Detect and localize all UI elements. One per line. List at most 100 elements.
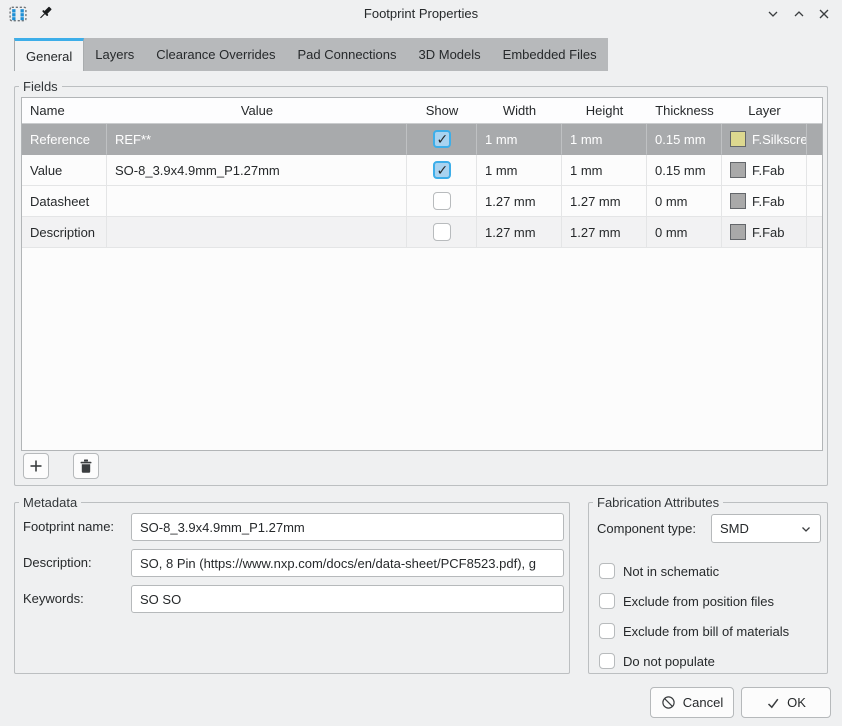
cell-name[interactable]: Reference xyxy=(22,124,107,155)
cancel-button[interactable]: Cancel xyxy=(650,687,734,718)
cell-width[interactable]: 1 mm xyxy=(477,155,562,186)
tab-pad-connections[interactable]: Pad Connections xyxy=(287,38,408,71)
tab-label: Pad Connections xyxy=(298,47,397,62)
table-row-description[interactable]: Description 1.27 mm 1.27 mm 0 mm F.Fab xyxy=(22,217,822,248)
keywords-label: Keywords: xyxy=(23,585,84,613)
delete-field-button[interactable] xyxy=(73,453,99,479)
show-checkbox[interactable] xyxy=(433,192,451,210)
checkbox-exclude-position-files[interactable]: Exclude from position files xyxy=(599,593,774,609)
tab-label: Layers xyxy=(95,47,134,62)
cell-value[interactable]: SO-8_3.9x4.9mm_P1.27mm xyxy=(107,155,407,186)
checkbox-exclude-bom[interactable]: Exclude from bill of materials xyxy=(599,623,789,639)
checkbox-box[interactable] xyxy=(599,563,615,579)
cell-thickness[interactable]: 0.15 mm xyxy=(647,124,722,155)
show-checkbox[interactable] xyxy=(433,223,451,241)
cancel-button-label: Cancel xyxy=(683,695,723,710)
keywords-input[interactable] xyxy=(131,585,564,613)
tab-embedded-files[interactable]: Embedded Files xyxy=(492,38,608,71)
cell-name[interactable]: Value xyxy=(22,155,107,186)
col-header-thickness[interactable]: Thickness xyxy=(647,98,722,123)
cell-width[interactable]: 1.27 mm xyxy=(477,217,562,248)
table-row-value[interactable]: Value SO-8_3.9x4.9mm_P1.27mm 1 mm 1 mm 0… xyxy=(22,155,822,186)
description-input[interactable] xyxy=(131,549,564,577)
ok-button-label: OK xyxy=(787,695,806,710)
checkbox-do-not-populate[interactable]: Do not populate xyxy=(599,653,715,669)
cell-width[interactable]: 1.27 mm xyxy=(477,186,562,217)
footprint-name-label: Footprint name: xyxy=(23,513,114,541)
tab-clearance-overrides[interactable]: Clearance Overrides xyxy=(145,38,286,71)
checkbox-label: Exclude from bill of materials xyxy=(623,624,789,639)
col-header-value[interactable]: Value xyxy=(107,98,407,123)
fields-table: Name Value Show Width Height Thickness L… xyxy=(21,97,823,451)
cell-layer[interactable]: F.Fab xyxy=(722,155,807,186)
cell-value[interactable] xyxy=(107,217,407,248)
cell-thickness[interactable]: 0 mm xyxy=(647,217,722,248)
component-type-value: SMD xyxy=(720,521,749,536)
add-field-button[interactable] xyxy=(23,453,49,479)
cell-width[interactable]: 1 mm xyxy=(477,124,562,155)
checkbox-label: Do not populate xyxy=(623,654,715,669)
checkbox-box[interactable] xyxy=(599,653,615,669)
layer-name: F.Silkscreen xyxy=(752,132,807,147)
table-row-datasheet[interactable]: Datasheet 1.27 mm 1.27 mm 0 mm F.Fab xyxy=(22,186,822,217)
cell-layer[interactable]: F.Fab xyxy=(722,186,807,217)
description-label: Description: xyxy=(23,549,92,577)
cell-height[interactable]: 1.27 mm xyxy=(562,186,647,217)
fields-group: Fields Name Value Show Width Height Thic… xyxy=(14,86,828,486)
show-checkbox[interactable] xyxy=(433,161,451,179)
cell-value[interactable] xyxy=(107,186,407,217)
checkbox-box[interactable] xyxy=(599,623,615,639)
checkbox-box[interactable] xyxy=(599,593,615,609)
tab-general[interactable]: General xyxy=(14,38,84,71)
layer-color-swatch xyxy=(730,131,746,147)
metadata-group: Metadata Footprint name: Description: Ke… xyxy=(14,502,570,674)
titlebar: Footprint Properties xyxy=(0,0,842,28)
tab-label: General xyxy=(26,49,72,64)
layer-color-swatch xyxy=(730,162,746,178)
layer-name: F.Fab xyxy=(752,163,785,178)
col-header-show[interactable]: Show xyxy=(407,98,477,123)
check-icon xyxy=(766,696,780,710)
cell-thickness[interactable]: 0.15 mm xyxy=(647,155,722,186)
table-header: Name Value Show Width Height Thickness L… xyxy=(22,98,822,124)
tab-3d-models[interactable]: 3D Models xyxy=(408,38,492,71)
tab-label: 3D Models xyxy=(419,47,481,62)
cell-height[interactable]: 1 mm xyxy=(562,155,647,186)
tab-label: Clearance Overrides xyxy=(156,47,275,62)
show-checkbox[interactable] xyxy=(433,130,451,148)
footprint-name-input[interactable] xyxy=(131,513,564,541)
col-header-name[interactable]: Name xyxy=(22,98,107,123)
col-header-height[interactable]: Height xyxy=(562,98,647,123)
checkbox-not-in-schematic[interactable]: Not in schematic xyxy=(599,563,719,579)
component-type-select[interactable]: SMD xyxy=(711,514,821,543)
table-row-reference[interactable]: Reference REF** 1 mm 1 mm 0.15 mm F.Silk… xyxy=(22,124,822,155)
cell-layer[interactable]: F.Fab xyxy=(722,217,807,248)
window-title: Footprint Properties xyxy=(0,0,842,28)
cancel-icon xyxy=(661,695,676,710)
cell-name[interactable]: Description xyxy=(22,217,107,248)
col-header-layer[interactable]: Layer xyxy=(722,98,807,123)
chevron-down-icon xyxy=(800,523,812,535)
layer-name: F.Fab xyxy=(752,194,785,209)
minimize-button[interactable] xyxy=(764,5,782,23)
checkbox-label: Not in schematic xyxy=(623,564,719,579)
checkbox-label: Exclude from position files xyxy=(623,594,774,609)
fabrication-attributes-group: Fabrication Attributes Component type: S… xyxy=(588,502,828,674)
tab-layers[interactable]: Layers xyxy=(84,38,145,71)
ok-button[interactable]: OK xyxy=(741,687,831,718)
layer-color-swatch xyxy=(730,224,746,240)
metadata-group-label: Metadata xyxy=(19,495,81,510)
maximize-button[interactable] xyxy=(790,5,808,23)
cell-height[interactable]: 1.27 mm xyxy=(562,217,647,248)
cell-name[interactable]: Datasheet xyxy=(22,186,107,217)
cell-thickness[interactable]: 0 mm xyxy=(647,186,722,217)
layer-name: F.Fab xyxy=(752,225,785,240)
fields-group-label: Fields xyxy=(19,79,62,94)
col-header-width[interactable]: Width xyxy=(477,98,562,123)
cell-layer[interactable]: F.Silkscreen xyxy=(722,124,807,155)
close-button[interactable] xyxy=(815,5,833,23)
tab-label: Embedded Files xyxy=(503,47,597,62)
cell-height[interactable]: 1 mm xyxy=(562,124,647,155)
cell-value[interactable]: REF** xyxy=(107,124,407,155)
component-type-label: Component type: xyxy=(597,515,696,543)
